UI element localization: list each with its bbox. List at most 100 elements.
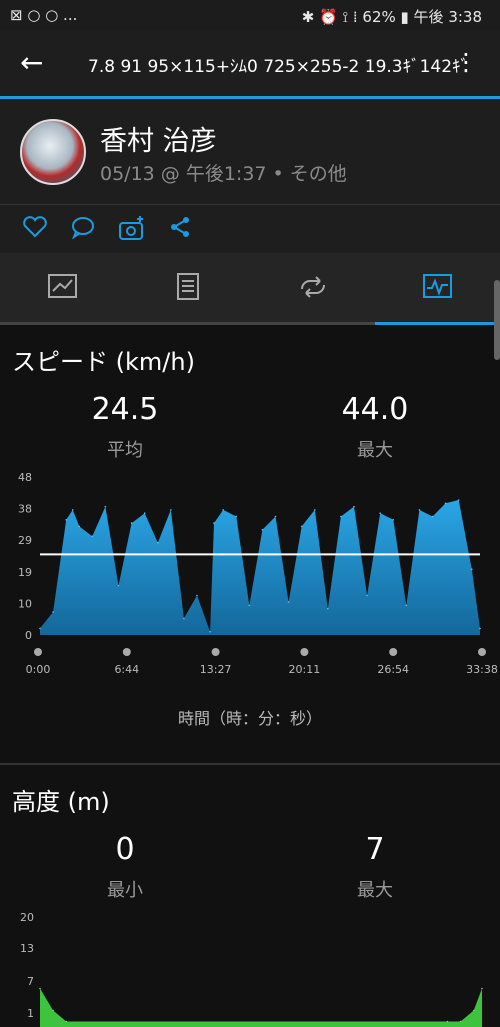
- speed-point: [91, 535, 94, 538]
- speed-point: [444, 502, 447, 505]
- altitude-max-label: 最大: [357, 880, 393, 901]
- speed-point: [405, 604, 408, 607]
- speed-point: [353, 505, 355, 508]
- user-name: 香村 治彦: [100, 126, 217, 157]
- speed-point: [209, 630, 211, 633]
- tab-charts-activity-icon[interactable]: [375, 273, 500, 303]
- speed-avg-value: 24.5: [91, 392, 159, 427]
- x-tick-label: 33:38: [466, 663, 498, 676]
- altitude-point: [459, 1020, 462, 1023]
- speed-avg-label: 平均: [107, 440, 143, 461]
- x-tick-label: 13:27: [200, 663, 232, 676]
- speed-point: [235, 515, 238, 518]
- comment-bubble-icon[interactable]: [70, 215, 96, 239]
- section-divider: [0, 763, 500, 765]
- speed-point: [261, 528, 264, 531]
- altitude-point: [446, 1020, 449, 1023]
- y-tick-label: 20: [20, 911, 34, 924]
- speed-x-axis-title: 時間（時：分：秒）: [177, 709, 322, 728]
- avatar[interactable]: [20, 119, 86, 185]
- speed-point: [143, 512, 146, 515]
- speed-max-value: 44.0: [341, 392, 409, 427]
- altitude-chart[interactable]: 20 13 7 1: [0, 905, 500, 1027]
- altitude-point: [472, 1009, 475, 1012]
- speed-point: [479, 627, 481, 630]
- speed-point: [222, 509, 224, 511]
- speed-point: [287, 601, 290, 603]
- speed-point: [379, 512, 381, 515]
- speed-chart[interactable]: 0 10 19 29 38 48 0:00 6:44 13:27 20:11 26:54 33:38: [0, 465, 500, 685]
- speed-point: [196, 594, 198, 597]
- speed-point: [183, 617, 185, 620]
- altitude-series-area: [40, 988, 482, 1027]
- share-icon[interactable]: [168, 215, 192, 239]
- altitude-point: [481, 987, 483, 990]
- app-bar: ← 7.8 91 95×115+ｼﾑ0 725×255-2 19.3ｷﾞ142ｷ…: [0, 30, 500, 96]
- x-tick-label: 0:00: [26, 663, 51, 676]
- speed-point: [418, 509, 421, 511]
- speed-point: [117, 584, 120, 587]
- altitude-point: [39, 987, 41, 990]
- app-title: 7.8 91 95×115+ｼﾑ0 725×255-2 19.3ｷﾞ142ｷﾞ: [88, 57, 470, 77]
- y-tick-label: 7: [27, 975, 34, 988]
- speed-point: [457, 499, 460, 501]
- tab-details-document-icon[interactable]: [125, 273, 250, 303]
- altitude-section-title: 高度 (m): [12, 788, 110, 816]
- speed-point: [104, 505, 107, 508]
- speed-point: [213, 522, 215, 524]
- activity-header: 香村 治彦 05/13 @ 午後1:37 • その他: [0, 99, 500, 204]
- tab-indicator: [375, 322, 500, 325]
- x-tick-dot: [34, 648, 42, 656]
- like-heart-icon[interactable]: [22, 215, 48, 239]
- tab-bar: [0, 253, 500, 323]
- status-right: ✱ ⏰ ⟟ ⁞ 62% ▮ 午後 3:38: [301, 8, 482, 26]
- speed-point: [274, 515, 277, 518]
- speed-point: [300, 525, 303, 528]
- speed-series-area: [40, 500, 480, 635]
- speed-point: [470, 568, 473, 570]
- y-tick-label: 29: [18, 534, 32, 547]
- speed-point: [156, 542, 159, 544]
- speed-point: [78, 525, 81, 528]
- x-tick-label: 26:54: [377, 663, 409, 676]
- back-arrow-icon[interactable]: ←: [20, 46, 43, 79]
- status-bar: ⊠ ○ ○ ... ✱ ⏰ ⟟ ⁞ 62% ▮ 午後 3:38: [0, 0, 500, 30]
- speed-point: [65, 518, 67, 521]
- scrollbar[interactable]: [494, 280, 500, 360]
- y-tick-label: 13: [20, 942, 34, 955]
- social-bar: [0, 205, 500, 253]
- speed-point: [313, 509, 316, 511]
- x-tick-dot: [122, 648, 131, 656]
- y-tick-label: 10: [18, 597, 32, 610]
- x-tick-label: 20:11: [289, 663, 321, 676]
- x-tick-dot: [300, 648, 309, 656]
- y-tick-label: 19: [18, 566, 32, 579]
- speed-point: [71, 509, 74, 511]
- speed-max-label: 最大: [357, 440, 393, 461]
- altitude-point: [52, 1009, 54, 1012]
- speed-point: [130, 522, 133, 524]
- add-photo-camera-icon[interactable]: [118, 215, 146, 241]
- speed-point: [52, 611, 54, 613]
- activity-meta: 05/13 @ 午後1:37 • その他: [100, 163, 347, 185]
- y-tick-label: 0: [25, 629, 32, 642]
- altitude-point: [65, 1020, 68, 1023]
- x-tick-dot: [478, 648, 486, 656]
- altitude-min-label: 最小: [107, 880, 143, 901]
- more-options-icon[interactable]: ⋮: [454, 48, 478, 76]
- tab-summary-chart-icon[interactable]: [0, 273, 125, 303]
- x-tick-dot: [211, 648, 220, 656]
- speed-point: [248, 604, 251, 607]
- y-tick-label: 1: [27, 1007, 34, 1020]
- speed-point: [170, 509, 172, 511]
- tab-indicator-track: [0, 322, 500, 325]
- altitude-max-value: 7: [365, 832, 385, 867]
- speed-point: [392, 518, 395, 521]
- speed-point: [431, 515, 434, 518]
- speed-section-title: スピード (km/h): [12, 348, 195, 376]
- tab-laps-loop-icon[interactable]: [250, 273, 375, 303]
- speed-point: [327, 607, 329, 610]
- x-tick-dot: [389, 648, 398, 656]
- speed-point: [39, 627, 41, 630]
- y-tick-label: 38: [18, 503, 32, 516]
